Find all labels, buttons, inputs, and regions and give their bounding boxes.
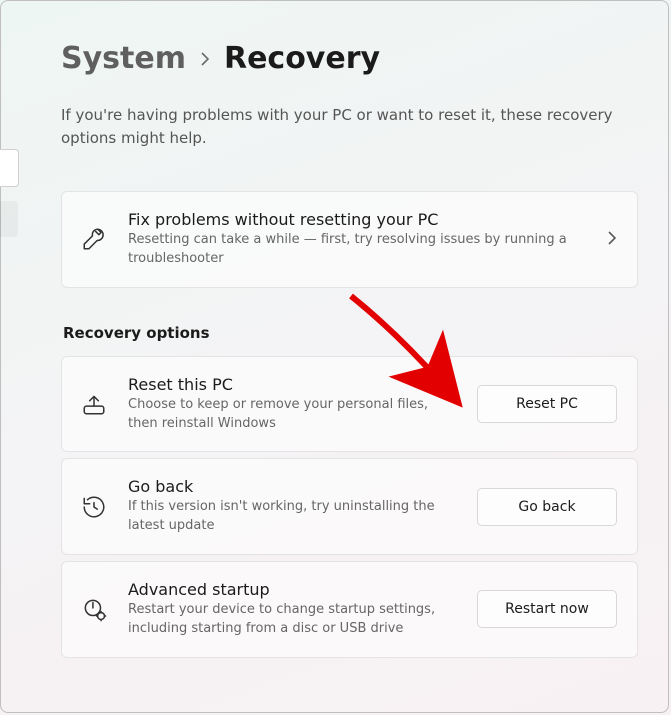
reset-pc-title: Reset this PC (128, 375, 457, 394)
go-back-desc: If this version isn't working, try unins… (128, 498, 457, 536)
reset-pc-card: Reset this PC Choose to keep or remove y… (61, 356, 638, 453)
history-icon (80, 494, 108, 520)
go-back-button[interactable]: Go back (477, 488, 617, 526)
power-gear-icon (80, 596, 108, 622)
edge-tab (0, 149, 19, 187)
page-title: Recovery (224, 41, 380, 76)
fix-problems-title: Fix problems without resetting your PC (128, 210, 587, 229)
fix-problems-desc: Resetting can take a while — first, try … (128, 231, 587, 269)
reset-pc-icon (80, 391, 108, 417)
edge-stub (0, 201, 18, 237)
advanced-startup-title: Advanced startup (128, 580, 457, 599)
go-back-title: Go back (128, 477, 457, 496)
breadcrumb: System Recovery (61, 41, 638, 76)
chevron-right-icon (607, 230, 617, 249)
fix-problems-card[interactable]: Fix problems without resetting your PC R… (61, 191, 638, 288)
settings-recovery-page: System Recovery If you're having problem… (0, 0, 669, 713)
reset-pc-desc: Choose to keep or remove your personal f… (128, 396, 457, 434)
breadcrumb-parent[interactable]: System (61, 41, 186, 76)
intro-text: If you're having problems with your PC o… (61, 104, 621, 149)
advanced-startup-card: Advanced startup Restart your device to … (61, 561, 638, 658)
advanced-startup-desc: Restart your device to change startup se… (128, 601, 457, 639)
restart-now-button[interactable]: Restart now (477, 590, 617, 628)
recovery-options-heading: Recovery options (63, 324, 638, 342)
reset-pc-button[interactable]: Reset PC (477, 385, 617, 423)
wrench-icon (80, 226, 108, 252)
go-back-card: Go back If this version isn't working, t… (61, 458, 638, 555)
chevron-right-icon (200, 47, 210, 71)
